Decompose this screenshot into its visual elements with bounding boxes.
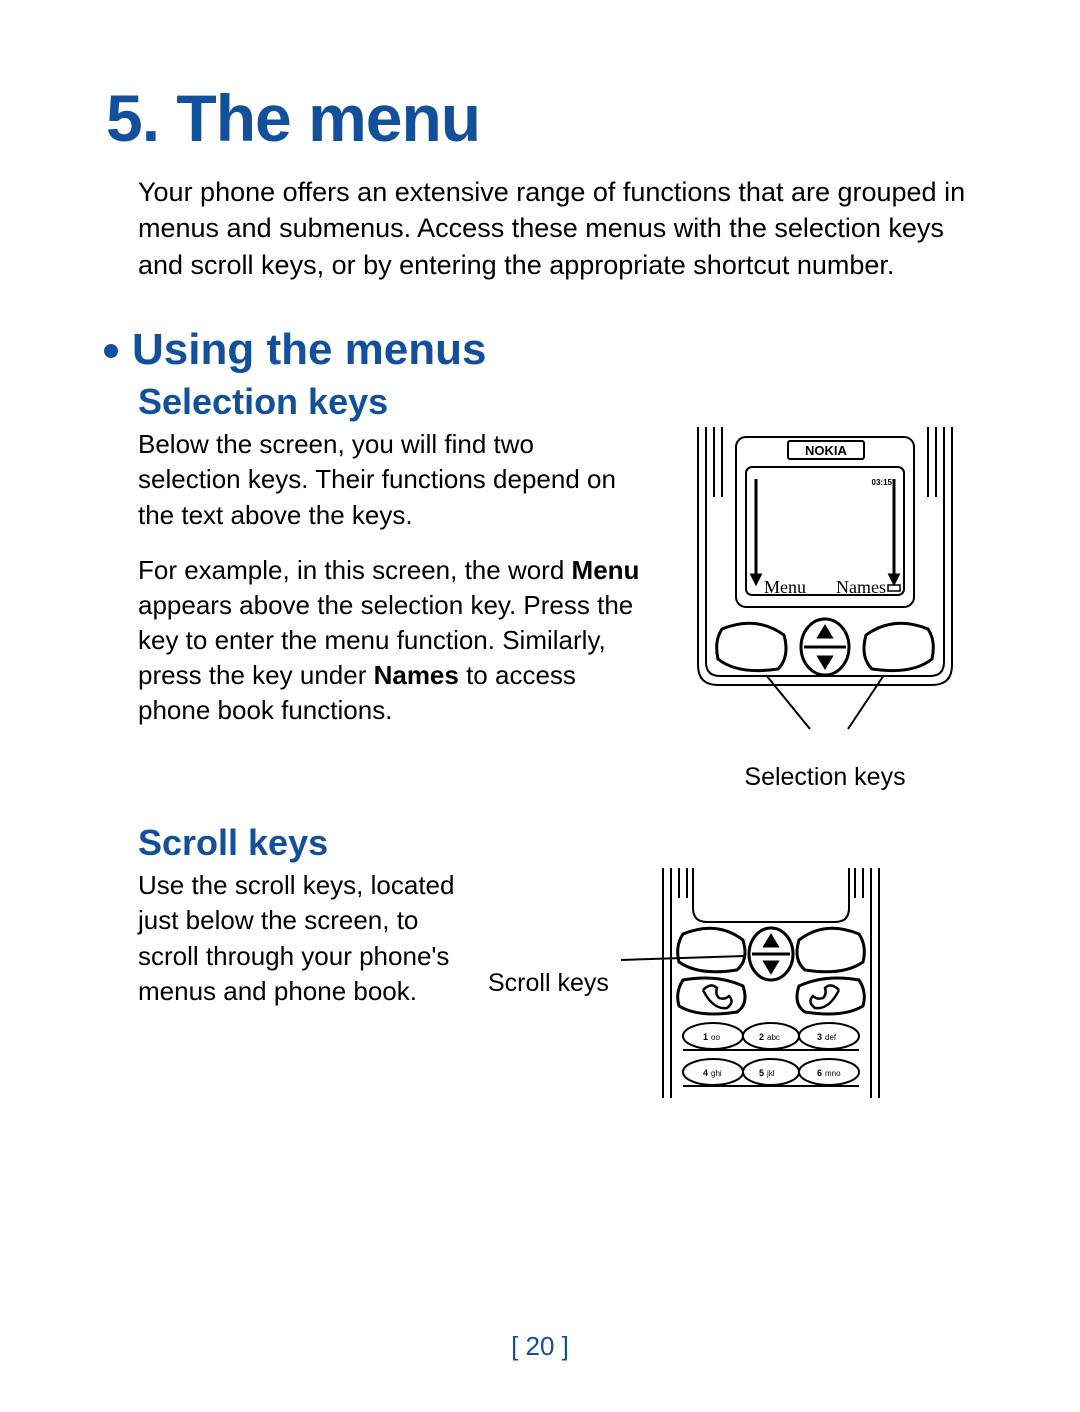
chapter-name: The menu: [176, 81, 480, 155]
names-word: Names: [374, 660, 459, 690]
svg-text:3: 3: [817, 1032, 822, 1042]
menu-word: Menu: [572, 555, 640, 585]
phone-illustration-scroll: 1oo 2abc 3def 4ghi 5jkl 6mno: [621, 868, 921, 1098]
selection-figure-caption: Selection keys: [670, 763, 980, 792]
softkey-right-label: Names: [836, 577, 886, 597]
svg-text:abc: abc: [767, 1033, 780, 1042]
scroll-keys-heading: Scroll keys: [138, 822, 980, 864]
selection-keys-figure: NOKIA 03:15 Menu Names: [670, 427, 980, 792]
selection-keys-heading: Selection keys: [138, 381, 980, 423]
svg-text:2: 2: [759, 1032, 764, 1042]
chapter-number: 5.: [106, 81, 159, 155]
bullet-icon: [104, 344, 118, 358]
scroll-keys-figure: Scroll keys: [488, 868, 921, 1098]
selection-keys-block: Below the screen, you will find two sele…: [138, 427, 980, 792]
nokia-logo: NOKIA: [805, 443, 848, 458]
screen-time: 03:15: [872, 478, 893, 487]
intro-paragraph: Your phone offers an extensive range of …: [138, 174, 980, 283]
svg-text:1: 1: [703, 1032, 708, 1042]
scroll-figure-label: Scroll keys: [488, 969, 609, 998]
svg-text:jkl: jkl: [766, 1069, 775, 1078]
selection-keys-text: Below the screen, you will find two sele…: [138, 427, 640, 748]
svg-text:4: 4: [703, 1068, 708, 1078]
page-number: [ 20 ]: [0, 1331, 1080, 1362]
svg-text:6: 6: [817, 1068, 822, 1078]
svg-text:5: 5: [759, 1068, 764, 1078]
phone-illustration-selection: NOKIA 03:15 Menu Names: [670, 427, 980, 757]
svg-text:ghi: ghi: [711, 1069, 722, 1078]
svg-text:mno: mno: [825, 1069, 841, 1078]
scroll-para-1: Use the scroll keys, located just below …: [138, 868, 458, 1008]
chapter-title: 5. The menu: [106, 80, 980, 156]
softkey-left-label: Menu: [764, 577, 806, 597]
page: 5. The menu Your phone offers an extensi…: [0, 0, 1080, 1412]
svg-text:oo: oo: [711, 1033, 720, 1042]
svg-text:def: def: [825, 1033, 837, 1042]
selection-para-1: Below the screen, you will find two sele…: [138, 427, 640, 532]
section-title-text: Using the menus: [132, 325, 487, 374]
section-title: Using the menus: [104, 325, 980, 375]
selection-para-2: For example, in this screen, the word Me…: [138, 553, 640, 728]
scroll-keys-text: Use the scroll keys, located just below …: [138, 868, 458, 1028]
scroll-keys-block: Use the scroll keys, located just below …: [138, 868, 980, 1098]
